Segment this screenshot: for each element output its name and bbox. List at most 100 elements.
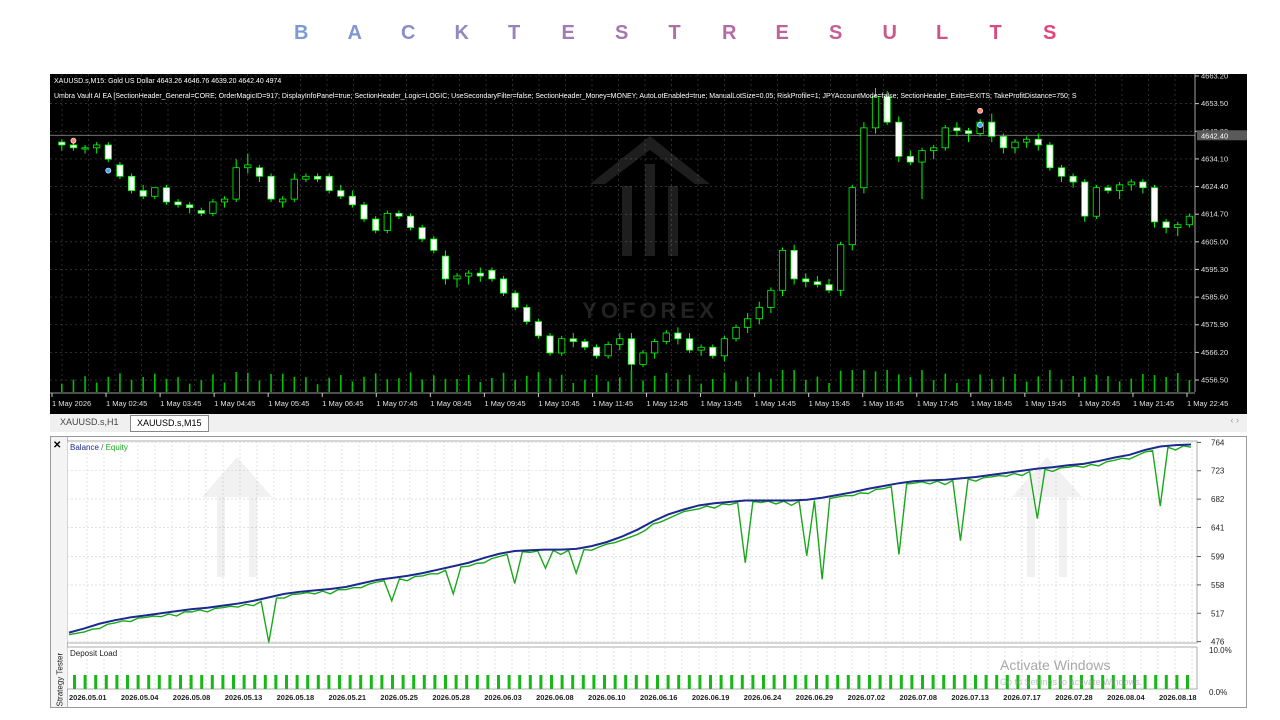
- candle-body: [1185, 215, 1193, 226]
- deposit-load-bar: [634, 675, 638, 689]
- deposit-load-bar: [963, 675, 967, 689]
- candle-body: [651, 341, 659, 354]
- deposit-load-bar: [719, 675, 723, 689]
- y-axis-label: 682: [1211, 495, 1225, 504]
- date-label: 2026.06.08: [536, 693, 574, 702]
- candle-body: [604, 344, 612, 357]
- current-price-label: 4642.40: [1201, 131, 1228, 140]
- deposit-load-bar: [285, 675, 288, 689]
- time-label: 1 May 06:45: [322, 399, 363, 408]
- price-label: 4663.20: [1201, 74, 1228, 81]
- candle-body: [790, 249, 798, 280]
- candle-body: [360, 204, 368, 220]
- y-axis-label: 723: [1211, 467, 1225, 476]
- candle-body: [930, 147, 938, 152]
- price-label: 4585.60: [1201, 293, 1228, 302]
- date-label: 2026.05.21: [329, 693, 367, 702]
- candle-body: [383, 212, 391, 231]
- candle-body: [348, 195, 357, 206]
- candle-body: [813, 281, 821, 285]
- tab-xauusd-m15[interactable]: XAUUSD.s,M15: [130, 415, 209, 432]
- deposit-load-bar: [740, 675, 744, 689]
- date-label: 2026.06.24: [744, 693, 782, 702]
- candle-body: [883, 96, 891, 123]
- time-label: 1 May 13:45: [701, 399, 742, 408]
- candle-body: [302, 175, 310, 180]
- watermark-text: YOFOREX: [582, 298, 718, 323]
- deposit-load-bar: [550, 675, 553, 689]
- time-label: 1 May 02:45: [106, 399, 147, 408]
- deposit-load-bar: [380, 675, 384, 689]
- close-icon[interactable]: ✕: [53, 440, 61, 451]
- banner-letter: E: [561, 22, 575, 44]
- deposit-load-bar: [104, 675, 108, 689]
- deposit-load-bar: [889, 675, 893, 689]
- time-label: 1 May 17:45: [917, 399, 958, 408]
- trade-arrow-icon: [70, 137, 77, 144]
- candle-body: [1069, 175, 1077, 183]
- y-axis-label: 517: [1211, 609, 1225, 618]
- candle-body: [418, 227, 426, 240]
- y-axis-label: 599: [1211, 553, 1225, 562]
- candle-body: [1034, 138, 1042, 146]
- candle-body: [93, 144, 101, 149]
- candle-body: [1174, 224, 1182, 228]
- candle-body: [744, 318, 752, 328]
- candle-body: [267, 175, 275, 200]
- candle-body: [964, 130, 973, 134]
- time-label: 1 May 09:45: [484, 399, 525, 408]
- candle-body: [697, 346, 705, 351]
- time-label: 1 May 21:45: [1133, 399, 1174, 408]
- candle-body: [104, 144, 112, 160]
- banner-letter: S: [615, 22, 629, 44]
- candle-body: [406, 215, 415, 228]
- time-label: 1 May 20:45: [1079, 399, 1120, 408]
- tab-xauusd-h1[interactable]: XAUUSD.s,H1: [54, 415, 125, 430]
- candle-body: [534, 321, 543, 337]
- price-chart[interactable]: YOFOREX4663.204653.504643.804634.104624.…: [50, 74, 1247, 414]
- deposit-load-bar: [221, 675, 225, 689]
- banner-letter: S: [829, 22, 843, 44]
- deposit-load-bar: [698, 675, 702, 689]
- deposit-load-bar: [391, 675, 394, 689]
- chart-symbol-title: XAUUSD.s,M15: Gold US Dollar 4643.26 464…: [54, 78, 282, 85]
- deposit-load-bar: [433, 675, 437, 689]
- banner-letter: L: [936, 22, 949, 44]
- date-label: 2026.05.04: [121, 693, 159, 702]
- candle-body: [1046, 144, 1054, 169]
- candle-body: [69, 144, 78, 149]
- candle-body: [860, 127, 868, 189]
- deposit-load-bar: [974, 675, 977, 689]
- deposit-load-bar: [518, 675, 522, 689]
- deposit-load-bar: [709, 675, 712, 689]
- candlestick-plot: YOFOREX4663.204653.504643.804634.104624.…: [50, 74, 1247, 408]
- candle-body: [639, 352, 647, 365]
- deposit-load-bar: [995, 675, 999, 689]
- deposit-load-bar: [316, 675, 320, 689]
- y-axis-label: 558: [1211, 581, 1225, 590]
- candle-body: [709, 346, 717, 357]
- candle-body: [895, 121, 903, 157]
- watermark-pillar: [217, 497, 225, 577]
- candle-body: [197, 210, 205, 214]
- candle-body: [755, 306, 763, 320]
- watermark-pillar: [668, 186, 678, 256]
- date-label: 2026.05.28: [432, 693, 470, 702]
- deposit-load-bar: [274, 675, 278, 689]
- candle-body: [732, 326, 740, 340]
- candle-body: [546, 335, 554, 354]
- y-axis-label: 764: [1211, 438, 1225, 447]
- banner-letter: T: [989, 22, 1002, 44]
- time-label: 1 May 08:45: [430, 399, 471, 408]
- candle-body: [58, 141, 66, 146]
- date-label: 2026.07.08: [899, 693, 937, 702]
- deposit-load-bar: [263, 675, 267, 689]
- candle-body: [313, 175, 322, 180]
- tab-scroll-arrows-icon[interactable]: ‹ ›: [1231, 415, 1240, 425]
- deposit-load-bar: [1154, 675, 1158, 689]
- deposit-load-bar: [656, 675, 659, 689]
- candle-body: [139, 190, 147, 197]
- candle-body: [941, 127, 949, 149]
- deposit-load-bar: [126, 675, 129, 689]
- candle-body: [767, 289, 775, 308]
